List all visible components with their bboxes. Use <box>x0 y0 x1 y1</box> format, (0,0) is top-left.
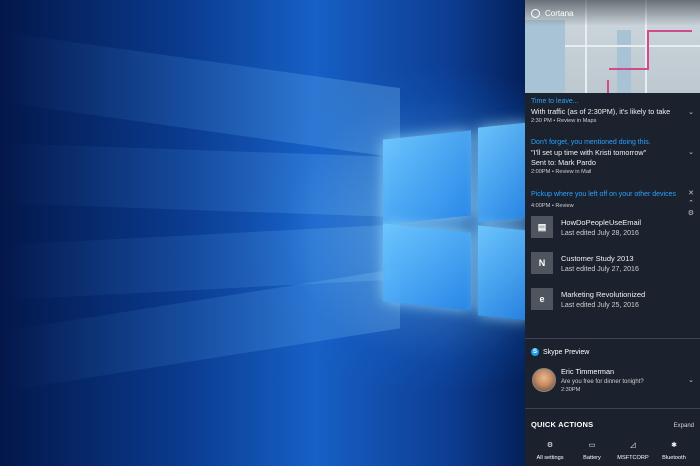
reminder-heading: Don't forget, you mentioned doing this. <box>531 139 651 146</box>
pickup-time: 4:00PM <box>531 203 551 209</box>
pickup-meta: 4:00PM • Review <box>531 203 574 209</box>
cortana-header[interactable]: Cortana <box>525 0 700 26</box>
chevron-down-icon[interactable]: ⌄ <box>688 108 694 116</box>
edge-icon: e <box>531 288 553 310</box>
close-icon[interactable]: ✕ <box>688 189 694 197</box>
document-item[interactable]: N Customer Study 2013 Last edited July 2… <box>531 250 691 276</box>
quick-action-battery[interactable]: ▭ Battery <box>573 441 611 461</box>
divider <box>525 338 700 339</box>
windows-logo-pane <box>383 130 471 225</box>
reminder-sent: Sent to: Mark Pardo <box>531 158 596 167</box>
reminder-meta: 2:00PM • Review in Mail <box>531 169 592 175</box>
skype-sender: Eric Timmerman <box>561 367 615 376</box>
light-beam <box>0 143 390 217</box>
bluetooth-icon: ✱ <box>671 442 677 449</box>
document-name: HowDoPeopleUseEmail <box>561 217 642 227</box>
windows-logo-pane <box>478 225 525 321</box>
quick-action-label: All settings <box>536 455 564 461</box>
cortana-title: Cortana <box>545 8 574 18</box>
skype-message[interactable]: Eric Timmerman Are you free for dinner t… <box>561 367 644 393</box>
traffic-review-link[interactable]: Review in Maps <box>557 118 596 124</box>
map-route <box>609 68 649 70</box>
skype-header[interactable]: S Skype Preview <box>531 348 589 356</box>
chevron-up-icon[interactable]: ⌃ <box>688 199 694 207</box>
document-date: Last edited July 25, 2016 <box>561 301 639 309</box>
desktop-wallpaper <box>0 0 525 466</box>
skype-text: Are you free for dinner tonight? <box>561 379 644 385</box>
light-beam <box>0 31 400 159</box>
document-date: Last edited July 27, 2016 <box>561 265 639 273</box>
document-name: Customer Study 2013 <box>561 253 634 263</box>
skype-time: 2:30PM <box>561 387 581 393</box>
quick-action-label: MSFTCORP <box>617 455 649 461</box>
pickup-review-link[interactable]: Review <box>555 203 573 209</box>
divider <box>525 408 700 409</box>
traffic-card[interactable]: Time to leave... With traffic (as of 2:3… <box>531 98 691 124</box>
chevron-down-icon[interactable]: ⌄ <box>688 376 694 384</box>
battery-icon: ▭ <box>588 442 596 449</box>
pickup-card: Pickup where you left off on your other … <box>531 191 691 209</box>
document-icon: ▤ <box>531 216 553 238</box>
document-date: Last edited July 28, 2016 <box>561 229 639 237</box>
skype-app-name: Skype Preview <box>543 348 590 356</box>
windows-logo-pane <box>383 223 471 311</box>
map-route <box>607 80 609 93</box>
action-center-panel: Cortana Time to leave... With traffic (a… <box>525 0 700 466</box>
windows-logo-pane <box>478 122 525 223</box>
avatar <box>532 368 556 392</box>
traffic-heading: Time to leave... <box>531 98 579 105</box>
quick-action-wifi[interactable]: ◿ MSFTCORP <box>614 441 652 461</box>
chevron-down-icon[interactable]: ⌄ <box>688 148 694 156</box>
onenote-icon: N <box>531 252 553 274</box>
quick-action-all-settings[interactable]: ⚙ All settings <box>531 441 569 461</box>
map-route <box>647 30 649 70</box>
wifi-icon: ◿ <box>630 442 636 449</box>
map-water <box>617 30 631 93</box>
quick-action-label: Bluetooth <box>662 455 686 461</box>
cortana-icon <box>531 8 540 18</box>
gear-icon: ⚙ <box>546 442 554 449</box>
document-name: Marketing Revolutionized <box>561 289 646 299</box>
skype-icon: S <box>531 348 539 356</box>
reminder-quote: "I'll set up time with Kristi tomorrow" <box>531 148 647 157</box>
traffic-time: 2:30 PM <box>531 118 552 124</box>
reminder-card[interactable]: Don't forget, you mentioned doing this. … <box>531 139 691 175</box>
reminder-review-link[interactable]: Review in Mail <box>555 169 591 175</box>
reminder-time: 2:00PM <box>531 169 551 175</box>
document-item[interactable]: e Marketing Revolutionized Last edited J… <box>531 286 691 312</box>
quick-action-label: Battery <box>583 455 601 461</box>
quick-actions-title: QUICK ACTIONS <box>531 420 594 429</box>
expand-link[interactable]: Expand <box>674 423 694 429</box>
map-route <box>647 30 692 32</box>
pickup-heading: Pickup where you left off on your other … <box>531 191 677 198</box>
traffic-text: With traffic (as of 2:30PM), it's likely… <box>531 107 671 116</box>
map-water <box>525 20 565 93</box>
traffic-meta: 2:30 PM • Review in Maps <box>531 118 597 124</box>
quick-action-bluetooth[interactable]: ✱ Bluetooth <box>655 441 693 461</box>
document-item[interactable]: ▤ HowDoPeopleUseEmail Last edited July 2… <box>531 214 691 240</box>
